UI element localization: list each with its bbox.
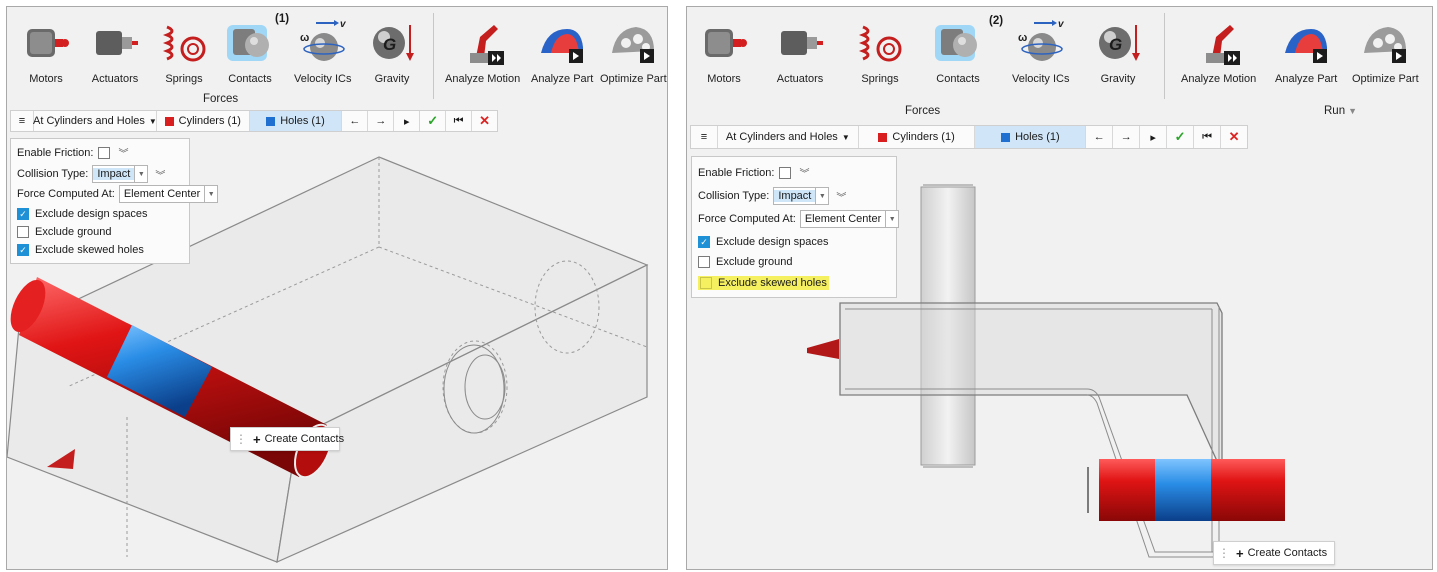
force-computed-label: Force Computed At: bbox=[698, 213, 796, 225]
plus-icon: + bbox=[253, 431, 261, 447]
collision-type-row: Collision Type: Impact ▼ ︾ bbox=[698, 187, 846, 205]
exclude-design-spaces-checkbox[interactable]: ✓ bbox=[698, 236, 710, 248]
collision-type-select[interactable]: Impact ▼ bbox=[92, 165, 149, 183]
plus-icon: + bbox=[1236, 545, 1244, 561]
collision-type-label: Collision Type: bbox=[698, 190, 770, 202]
exclude-design-spaces-label: Exclude design spaces bbox=[716, 236, 829, 248]
panel-step-1: Motors Actuators Springs Contacts ωv Vel… bbox=[6, 6, 668, 570]
create-contacts-label: Create Contacts bbox=[264, 433, 345, 445]
exclude-skewed-holes-label: Exclude skewed holes bbox=[35, 244, 144, 256]
panel-step-2: Motors Actuators Springs Contacts ωv Vel… bbox=[686, 6, 1433, 570]
expand-chevron-icon[interactable]: ︾ bbox=[155, 167, 165, 182]
force-computed-select[interactable]: Element Center ▼ bbox=[799, 210, 900, 228]
exclude-skewed-holes-checkbox[interactable] bbox=[700, 277, 712, 289]
create-contacts-button[interactable]: ⋮ + Create Contacts bbox=[230, 427, 344, 451]
create-contacts-label: Create Contacts bbox=[1247, 547, 1328, 559]
contact-options-panel: Enable Friction: ︾ Collision Type: Impac… bbox=[691, 156, 900, 298]
collision-type-label: Collision Type: bbox=[17, 168, 89, 180]
ground-marker-icon bbox=[807, 339, 839, 359]
force-computed-row: Force Computed At: Element Center ▼ bbox=[17, 185, 219, 203]
exclude-design-spaces-row[interactable]: ✓ Exclude design spaces bbox=[17, 208, 148, 220]
enable-friction-label: Enable Friction: bbox=[698, 166, 775, 179]
exclude-ground-checkbox[interactable] bbox=[17, 226, 29, 238]
collision-type-row: Collision Type: Impact ▼ ︾ bbox=[17, 165, 165, 183]
transparent-bracket bbox=[839, 302, 1223, 462]
create-contacts-button[interactable]: ⋮ + Create Contacts bbox=[1213, 541, 1335, 565]
enable-friction-row: Enable Friction: ︾ bbox=[17, 145, 128, 160]
collision-type-select[interactable]: Impact ▼ bbox=[773, 187, 830, 205]
expand-chevron-icon[interactable]: ︾ bbox=[118, 145, 128, 160]
exclude-ground-row[interactable]: Exclude ground bbox=[698, 256, 792, 268]
force-computed-select[interactable]: Element Center ▼ bbox=[118, 185, 219, 203]
exclude-ground-label: Exclude ground bbox=[716, 256, 793, 268]
highlighted-exclude-skewed-holes: Exclude skewed holes bbox=[698, 276, 829, 290]
drag-grip-icon[interactable]: ⋮ bbox=[1218, 546, 1230, 560]
drag-grip-icon[interactable]: ⋮ bbox=[235, 432, 247, 446]
exclude-ground-checkbox[interactable] bbox=[698, 256, 710, 268]
exclude-ground-row[interactable]: Exclude ground bbox=[17, 226, 111, 238]
enable-friction-checkbox[interactable] bbox=[98, 146, 111, 159]
force-computed-row: Force Computed At: Element Center ▼ bbox=[698, 210, 900, 228]
model-viewport[interactable] bbox=[7, 7, 667, 569]
force-computed-label: Force Computed At: bbox=[17, 188, 115, 200]
exclude-skewed-holes-checkbox[interactable]: ✓ bbox=[17, 244, 29, 256]
pin-cylinder bbox=[1087, 459, 1285, 521]
contact-options-panel: Enable Friction: ︾ Collision Type: Impac… bbox=[10, 138, 219, 264]
enable-friction-row: Enable Friction: ︾ bbox=[698, 165, 809, 180]
enable-friction-checkbox[interactable] bbox=[779, 166, 792, 179]
exclude-design-spaces-checkbox[interactable]: ✓ bbox=[17, 208, 29, 220]
exclude-skewed-holes-row[interactable]: ✓ Exclude skewed holes bbox=[17, 244, 144, 256]
enable-friction-label: Enable Friction: bbox=[17, 146, 94, 159]
exclude-skewed-holes-row[interactable]: Exclude skewed holes bbox=[698, 276, 829, 290]
exclude-design-spaces-label: Exclude design spaces bbox=[35, 208, 148, 220]
expand-chevron-icon[interactable]: ︾ bbox=[799, 165, 809, 180]
exclude-design-spaces-row[interactable]: ✓ Exclude design spaces bbox=[698, 236, 829, 248]
expand-chevron-icon[interactable]: ︾ bbox=[836, 189, 846, 204]
exclude-ground-label: Exclude ground bbox=[35, 226, 112, 238]
exclude-skewed-holes-label: Exclude skewed holes bbox=[718, 277, 827, 289]
